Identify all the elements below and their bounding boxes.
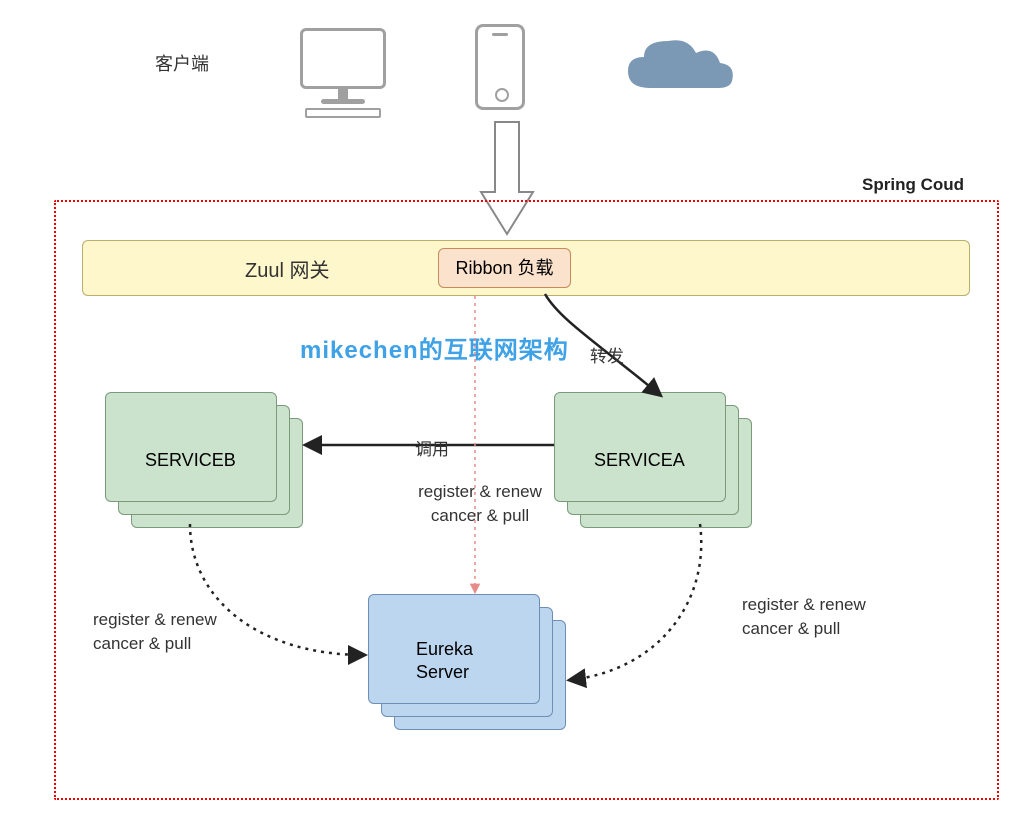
desktop-icon xyxy=(300,28,386,118)
frame-title: Spring Coud xyxy=(862,175,964,195)
register-left-label: register & renewcancer & pull xyxy=(93,608,273,656)
watermark: mikechen的互联网架构 xyxy=(300,330,569,365)
ribbon-box: Ribbon 负载 xyxy=(438,248,571,288)
service-a-label: SERVICEA xyxy=(594,450,685,471)
zuul-label: Zuul 网关 xyxy=(245,254,329,283)
register-center-label: register & renewcancer & pull xyxy=(395,480,565,528)
eureka-label: Eureka Server xyxy=(416,638,473,685)
phone-icon xyxy=(475,24,525,110)
service-b-label: SERVICEB xyxy=(145,450,236,471)
service-b-stack: SERVICEB xyxy=(105,392,300,522)
service-a-stack: SERVICEA xyxy=(554,392,749,522)
forward-label: 转发 xyxy=(590,342,624,367)
call-label: 调用 xyxy=(415,435,449,460)
eureka-stack: Eureka Server xyxy=(368,594,563,724)
register-right-label: register & renewcancer & pull xyxy=(742,593,922,641)
client-label: 客户端 xyxy=(155,50,209,76)
diagram-canvas: 客户端 Spring Coud Zuul 网关 Ribbon 负载 mikech… xyxy=(0,0,1026,821)
cloud-icon xyxy=(620,33,740,103)
